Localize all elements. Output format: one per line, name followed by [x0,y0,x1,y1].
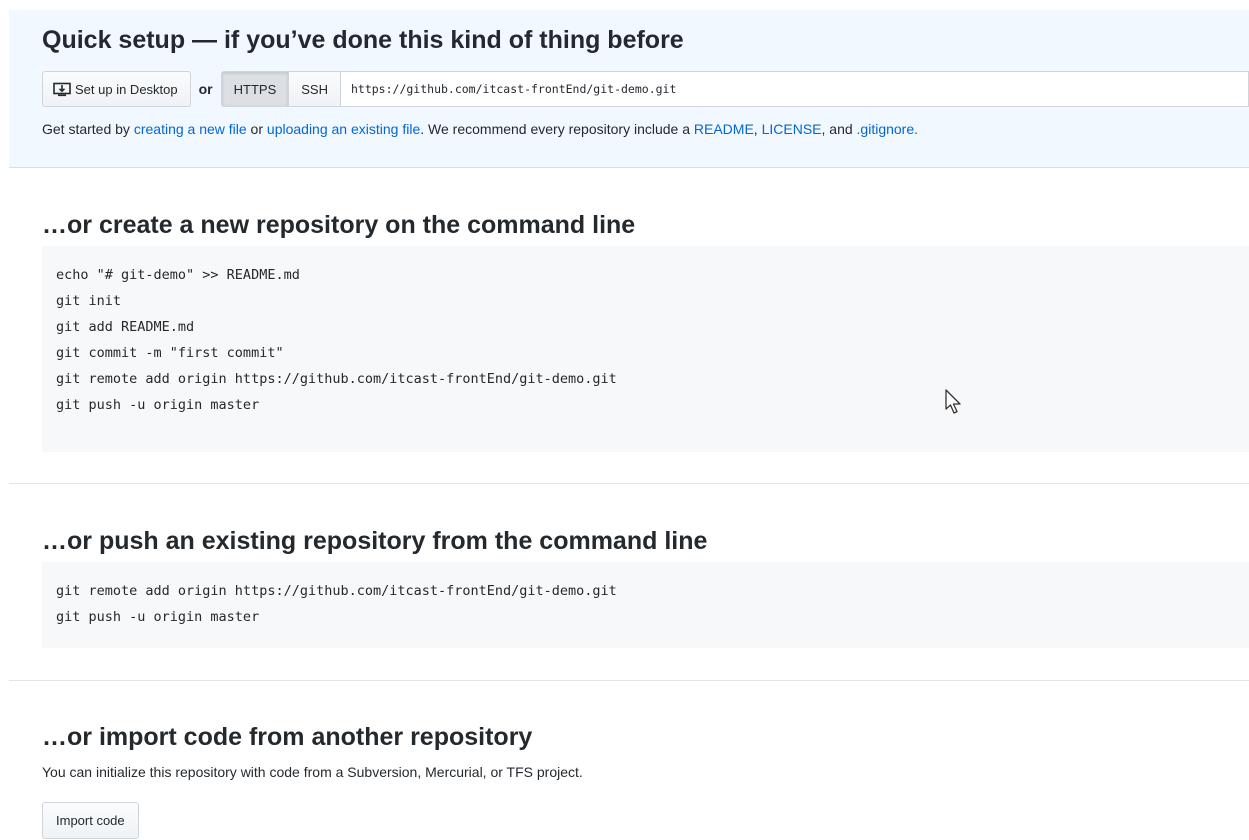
desc-or: or [246,121,267,137]
import-code-button[interactable]: Import code [42,802,139,839]
gitignore-link[interactable]: .gitignore. [857,121,918,137]
push-repo-code-block[interactable]: git remote add origin https://github.com… [42,562,1249,648]
mouse-pointer-icon [945,389,961,414]
desc-prefix: Get started by [42,121,134,137]
clone-row: Set up in Desktop or HTTPS SSH [42,71,1249,107]
desc-and: , and [821,121,857,137]
protocol-toggle: HTTPS SSH [220,71,341,107]
quick-setup-title: Quick setup — if you’ve done this kind o… [42,26,684,54]
code-line: echo "# git-demo" >> README.md [56,267,300,283]
desc-comma: , [753,121,762,137]
create-repo-title: …or create a new repository on the comma… [42,211,636,239]
code-line: git push -u origin master [56,397,260,413]
upload-file-link[interactable]: uploading an existing file [267,121,420,137]
ssh-tab[interactable]: SSH [288,72,340,106]
setup-desktop-label: Set up in Desktop [75,81,178,97]
code-line: git remote add origin https://github.com… [56,371,617,387]
import-code-description: You can initialize this repository with … [42,764,583,780]
section-divider [9,680,1249,681]
code-line: git commit -m "first commit" [56,345,284,361]
readme-link[interactable]: README [694,121,754,137]
section-divider [9,483,1249,484]
page: Quick setup — if you’ve done this kind o… [0,0,1249,840]
create-new-file-link[interactable]: creating a new file [134,121,247,137]
desktop-download-icon [53,82,71,96]
or-label: or [198,81,213,97]
code-line: git remote add origin https://github.com… [56,583,617,599]
code-line: git add README.md [56,319,195,335]
push-repo-title: …or push an existing repository from the… [42,527,708,555]
clone-url-input[interactable] [340,71,1249,107]
quick-setup-box: Quick setup — if you’ve done this kind o… [9,10,1249,168]
code-line: git init [56,293,122,309]
setup-desktop-button[interactable]: Set up in Desktop [42,71,191,107]
license-link[interactable]: LICENSE [762,121,822,137]
quick-setup-description: Get started by creating a new file or up… [42,121,918,137]
desc-middle: . We recommend every repository include … [420,121,694,137]
import-code-title: …or import code from another repository [42,723,533,751]
create-repo-code-block[interactable]: echo "# git-demo" >> README.md git init gi… [42,246,1249,452]
code-line: git push -u origin master [56,609,260,625]
https-tab[interactable]: HTTPS [221,72,289,106]
